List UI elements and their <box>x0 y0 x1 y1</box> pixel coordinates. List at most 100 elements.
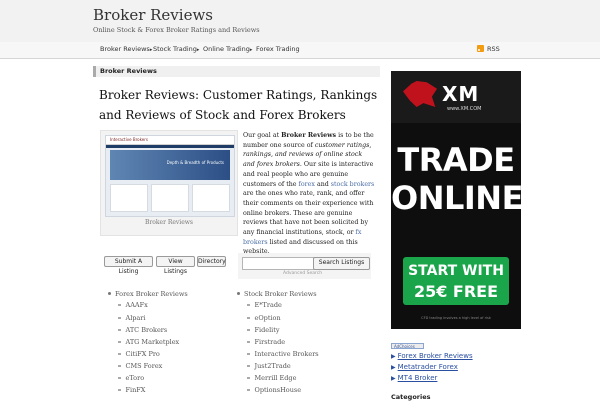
list-item-label: eToro <box>125 374 145 382</box>
stock-brokers-link[interactable]: stock brokers <box>331 181 375 188</box>
ad-cta-line: 25€ FREE <box>413 282 499 301</box>
bullet-icon <box>247 352 250 355</box>
rss-link[interactable]: RSS <box>477 45 500 53</box>
list-item[interactable]: Merrill Edge <box>247 374 296 382</box>
list-item[interactable]: E*Trade <box>247 301 282 309</box>
ad-headline-line: ONLINE <box>391 179 521 217</box>
intro-text: Our goal at <box>243 132 282 139</box>
triangle-right-icon: ▶ <box>391 375 396 382</box>
list-item-label: CitiFX Pro <box>125 350 160 358</box>
list-item[interactable]: Firstrade <box>247 338 285 346</box>
rss-label: RSS <box>487 45 500 53</box>
screenshot-logo: Interactive Brokers <box>110 137 148 142</box>
bullet-icon <box>108 292 111 295</box>
directory-button[interactable]: Directory <box>197 256 226 267</box>
list-item[interactable]: FinFX <box>118 386 145 394</box>
nav-item-forex-trading[interactable]: Forex Trading <box>256 45 300 53</box>
forex-list-heading[interactable]: Forex Broker Reviews <box>108 290 188 298</box>
nav-label: Forex Trading <box>256 45 300 53</box>
list-item[interactable]: ATG Marketplex <box>118 338 179 346</box>
list-item-label: CMS Forex <box>125 362 163 370</box>
list-item[interactable]: eOption <box>247 314 281 322</box>
breadcrumb: Broker Reviews <box>93 66 380 77</box>
nav-item-online-trading[interactable]: Online Trading▸ <box>203 45 252 53</box>
list-item-label: Firstrade <box>254 338 286 346</box>
ad-header: XM www.XM.COM <box>391 71 521 123</box>
bullet-icon <box>118 340 121 343</box>
bull-logo-icon <box>403 81 437 107</box>
list-item-label: Merrill Edge <box>254 374 297 382</box>
intro-brand: Broker Reviews <box>281 132 337 139</box>
search-input[interactable] <box>242 257 315 270</box>
list-item[interactable]: ATC Brokers <box>118 326 167 334</box>
nav-label: Broker Reviews <box>100 45 150 53</box>
list-item-label: FinFX <box>125 386 146 394</box>
screenshot-hero-text: Depth & Breadth of Products <box>166 160 224 165</box>
intro-text: are the ones who rate, rank, and offer t… <box>243 190 374 237</box>
sidebar-ad-link-label: MT4 Broker <box>397 374 438 382</box>
site-title[interactable]: Broker Reviews <box>93 6 213 24</box>
list-item-label: AAAFx <box>125 301 148 309</box>
stock-list-heading[interactable]: Stock Broker Reviews <box>237 290 317 298</box>
screenshot-hero: Depth & Breadth of Products <box>110 150 230 180</box>
sidebar-ad-link[interactable]: ▶ MT4 Broker <box>391 374 437 382</box>
nav-label: Stock Trading <box>153 45 197 53</box>
list-item-label: ATC Brokers <box>125 326 168 334</box>
list-item-label: Interactive Brokers <box>254 350 319 358</box>
site-tagline: Online Stock & Forex Broker Ratings and … <box>93 26 260 34</box>
nav-item-broker-reviews[interactable]: Broker Reviews▸ <box>100 45 152 53</box>
featured-screenshot[interactable]: Interactive Brokers Depth & Breadth of P… <box>100 130 238 236</box>
sidebar-ad-link-label: Forex Broker Reviews <box>397 352 473 360</box>
intro-text: and <box>314 180 331 188</box>
bullet-icon <box>247 388 250 391</box>
screenshot-column <box>110 184 148 212</box>
bullet-icon <box>247 328 250 331</box>
list-item[interactable]: CitiFX Pro <box>118 350 160 358</box>
bullet-icon <box>118 352 121 355</box>
dropdown-arrow-icon: ▸ <box>149 47 153 53</box>
ad-headline-line: TRADE <box>397 141 515 179</box>
screenshot-image: Interactive Brokers Depth & Breadth of P… <box>105 135 235 217</box>
ad-url: www.XM.COM <box>447 106 482 112</box>
screenshot-column <box>151 184 189 212</box>
adchoices-badge[interactable]: AdChoices <box>391 343 424 349</box>
bullet-icon <box>118 328 121 331</box>
bullet-icon <box>247 340 250 343</box>
view-listings-button[interactable]: View Listings <box>156 256 195 275</box>
list-item-label: E*Trade <box>254 301 282 309</box>
dropdown-arrow-icon: ▸ <box>249 47 253 53</box>
search-listings-button[interactable]: Search Listings <box>313 257 370 270</box>
ad-cta-button[interactable]: START WITH 25€ FREE <box>403 257 509 305</box>
advanced-search-link[interactable]: Advanced Search <box>283 271 322 276</box>
list-item[interactable]: Fidelity <box>247 326 280 334</box>
screenshot-column <box>192 184 230 212</box>
breadcrumb-label: Broker Reviews <box>100 67 157 75</box>
nav-item-stock-trading[interactable]: Stock Trading▸ <box>153 45 199 53</box>
bullet-icon <box>247 376 250 379</box>
xm-ad-banner[interactable]: XM www.XM.COM TRADE ONLINE START WITH 25€… <box>391 71 521 329</box>
list-item[interactable]: OptionsHouse <box>247 386 301 394</box>
sidebar-ad-link[interactable]: ▶ Forex Broker Reviews <box>391 352 473 360</box>
list-item-label: Fidelity <box>254 326 280 334</box>
list-item[interactable]: Just2Trade <box>247 362 291 370</box>
bullet-icon <box>247 303 250 306</box>
sidebar-ad-link[interactable]: ▶ Metatrader Forex <box>391 363 458 371</box>
ad-disclaimer: CFD trading involves a high level of ris… <box>421 316 491 320</box>
list-item-label: Alpari <box>125 314 146 322</box>
forex-link[interactable]: forex <box>299 181 315 188</box>
bullet-icon <box>237 292 240 295</box>
ad-cta-line: START WITH <box>408 263 504 279</box>
list-item-label: ATG Marketplex <box>125 338 180 346</box>
list-item[interactable]: eToro <box>118 374 144 382</box>
list-item[interactable]: CMS Forex <box>118 362 162 370</box>
nav-label: Online Trading <box>203 45 250 53</box>
submit-listing-button[interactable]: Submit A Listing <box>104 256 153 275</box>
list-item[interactable]: Interactive Brokers <box>247 350 319 358</box>
list-item[interactable]: Alpari <box>118 314 146 322</box>
ad-headline: TRADE ONLINE <box>391 141 521 217</box>
triangle-right-icon: ▶ <box>391 364 396 371</box>
dropdown-arrow-icon: ▸ <box>196 47 200 53</box>
bullet-icon <box>247 316 250 319</box>
forex-heading-label: Forex Broker Reviews <box>115 290 188 298</box>
list-item[interactable]: AAAFx <box>118 301 148 309</box>
